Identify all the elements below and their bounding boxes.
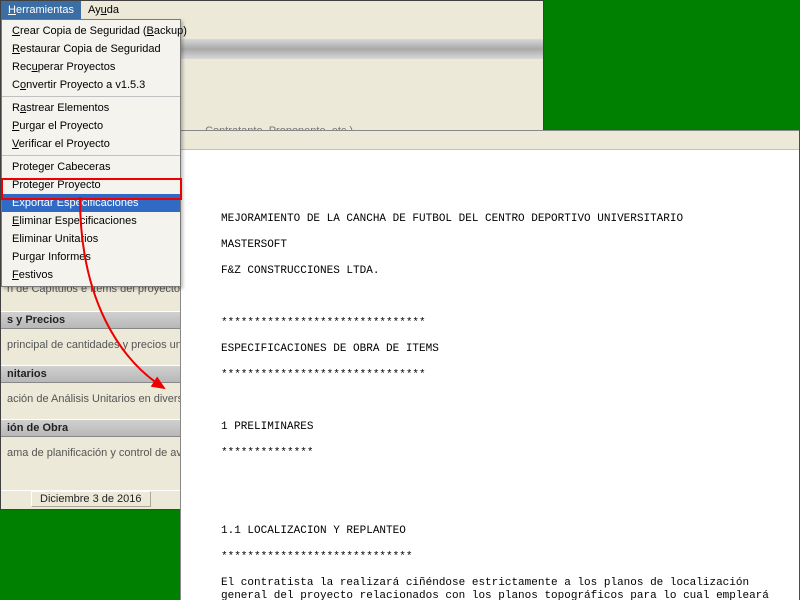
menu-item-proteger-cabeceras[interactable]: Proteger Cabeceras: [2, 158, 180, 176]
doc-sep: *******************************: [221, 317, 791, 330]
heading-precios: s y Precios: [1, 311, 181, 329]
menu-item-backup[interactable]: Crear Copia de Seguridad (Backup): [2, 22, 180, 40]
menu-item-proteger-proyecto[interactable]: Proteger Proyecto: [2, 176, 180, 194]
menu-item-exportar-especificaciones[interactable]: Exportar Especificaciones: [2, 194, 180, 212]
menu-item-eliminar-especificaciones[interactable]: Eliminar Especificaciones: [2, 212, 180, 230]
menu-item-purgar-informes[interactable]: Purgar Informes: [2, 248, 180, 266]
doc-sep: *****************************: [221, 551, 791, 564]
menu-item-eliminar-unitarios[interactable]: Eliminar Unitarios: [2, 230, 180, 248]
menu-herramientas[interactable]: Herramientas: [1, 1, 81, 19]
doc-sep: **************: [221, 447, 791, 460]
menu-item-festivos[interactable]: Festivos: [2, 266, 180, 284]
document-titlebar: [181, 131, 799, 150]
status-date: Diciembre 3 de 2016: [31, 491, 151, 507]
heading-unitarios: nitarios: [1, 365, 181, 383]
doc-line: ESPECIFICACIONES DE OBRA DE ITEMS: [221, 343, 791, 356]
heading-obra: ión de Obra: [1, 419, 181, 437]
menu-item-recover[interactable]: Recuperar Proyectos: [2, 58, 180, 76]
menu-item-convert[interactable]: Convertir Proyecto a v1.5.3: [2, 76, 180, 94]
menubar: Herramientas Ayuda: [1, 1, 543, 19]
menu-ayuda[interactable]: Ayuda: [81, 1, 126, 19]
doc-line: MEJORAMIENTO DE LA CANCHA DE FUTBOL DEL …: [221, 213, 791, 226]
menu-item-verificar[interactable]: Verificar el Proyecto: [2, 135, 180, 153]
document-body: MEJORAMIENTO DE LA CANCHA DE FUTBOL DEL …: [181, 150, 799, 600]
doc-paragraph: El contratista la realizará ciñéndose es…: [221, 577, 791, 600]
menu-item-rastrear[interactable]: Rastrear Elementos: [2, 99, 180, 117]
herramientas-dropdown: Crear Copia de Seguridad (Backup) Restau…: [1, 19, 181, 287]
doc-sep: *******************************: [221, 369, 791, 382]
menu-item-purgar-proyecto[interactable]: Purgar el Proyecto: [2, 117, 180, 135]
doc-heading: 1.1 LOCALIZACION Y REPLANTEO: [221, 525, 791, 538]
doc-line: F&Z CONSTRUCCIONES LTDA.: [221, 265, 791, 278]
doc-line: MASTERSOFT: [221, 239, 791, 252]
document-window: MEJORAMIENTO DE LA CANCHA DE FUTBOL DEL …: [180, 130, 799, 600]
menu-item-restore[interactable]: Restaurar Copia de Seguridad: [2, 40, 180, 58]
doc-heading: 1 PRELIMINARES: [221, 421, 791, 434]
